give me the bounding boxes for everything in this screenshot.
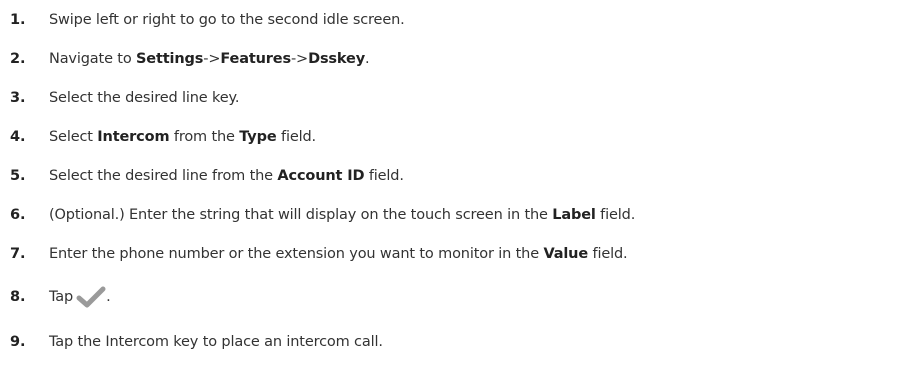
step-number: 9. (10, 334, 26, 350)
step-text-segment: Select the desired line key. (49, 90, 240, 106)
menu-settings: Settings (136, 51, 204, 67)
step-text-segment: -> (203, 51, 221, 67)
step-text-segment: . (365, 51, 370, 67)
menu-features: Features (220, 51, 291, 67)
step-number: 2. (10, 51, 26, 67)
step-text: Select Intercom from the Type field. (49, 129, 316, 145)
step-6: 6. (Optional.) Enter the string that wil… (10, 203, 635, 227)
step-text-segment: field. (276, 129, 316, 145)
step-number: 4. (10, 129, 26, 145)
field-value: Value (543, 246, 589, 262)
step-3: 3. Select the desired line key. (10, 86, 239, 110)
step-number: 3. (10, 90, 26, 106)
step-text-segment: Swipe left or right to go to the second … (49, 12, 405, 28)
menu-dsskey: Dsskey (308, 51, 365, 67)
step-text: Select the desired line key. (49, 90, 239, 106)
step-7: 7. Enter the phone number or the extensi… (10, 242, 628, 266)
step-text-segment: Select (49, 129, 98, 145)
step-number: 6. (10, 207, 26, 223)
step-text-segment: Enter the phone number or the extension … (49, 246, 544, 262)
field-label: Label (552, 207, 596, 223)
step-8: 8. Tap. (10, 282, 111, 312)
step-text-segment: field. (595, 207, 636, 223)
step-text-segment: field. (588, 246, 628, 262)
step-text-segment: field. (364, 168, 404, 184)
step-number: 5. (10, 168, 26, 184)
step-5: 5. Select the desired line from the Acco… (10, 164, 404, 188)
step-4: 4. Select Intercom from the Type field. (10, 125, 316, 149)
step-number: 7. (10, 246, 26, 262)
step-text: Navigate to Settings->Features->Dsskey. (49, 51, 370, 67)
step-2: 2. Navigate to Settings->Features->Dsske… (10, 47, 370, 71)
step-text-segment: from the (169, 129, 240, 145)
field-type: Type (239, 129, 277, 145)
step-text-segment: Tap the Intercom key to place an interco… (49, 334, 383, 350)
step-text-segment: Select the desired line from the (49, 168, 278, 184)
step-text-segment: Tap (49, 289, 74, 305)
option-intercom: Intercom (97, 129, 170, 145)
step-text: (Optional.) Enter the string that will d… (49, 207, 635, 223)
field-account-id: Account ID (277, 168, 365, 184)
checkmark-icon (76, 286, 106, 308)
step-text-segment: . (106, 289, 111, 305)
step-text-segment: -> (290, 51, 309, 67)
instruction-list: 1. Swipe left or right to go to the seco… (0, 0, 901, 371)
step-text: Tap. (49, 286, 111, 308)
step-1: 1. Swipe left or right to go to the seco… (10, 8, 405, 32)
step-text: Tap the Intercom key to place an interco… (49, 334, 383, 350)
step-9: 9. Tap the Intercom key to place an inte… (10, 330, 383, 354)
step-number: 1. (10, 12, 26, 28)
step-text: Select the desired line from the Account… (49, 168, 404, 184)
step-text-segment: Navigate to (49, 51, 137, 67)
step-text: Swipe left or right to go to the second … (49, 12, 405, 28)
step-text-segment: (Optional.) Enter the string that will d… (49, 207, 553, 223)
step-number: 8. (10, 289, 26, 305)
step-text: Enter the phone number or the extension … (49, 246, 628, 262)
